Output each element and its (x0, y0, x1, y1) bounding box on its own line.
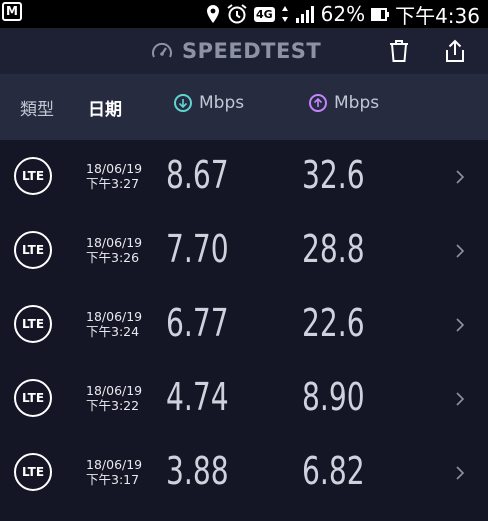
chevron-right-icon (456, 465, 465, 484)
download-speed: 6.77 (166, 301, 229, 345)
brand: SPEEDTEST (150, 28, 321, 74)
result-date: 18/06/19 (86, 161, 143, 176)
alarm-icon (226, 3, 248, 25)
upload-speed: 8.90 (302, 375, 365, 419)
result-datetime: 18/06/19 下午3:26 (86, 235, 142, 265)
delete-button[interactable] (384, 36, 414, 66)
trash-icon (390, 40, 408, 62)
share-icon (446, 39, 464, 62)
download-arrow-icon (174, 94, 192, 112)
upload-speed: 22.6 (302, 301, 365, 345)
battery-percent: 62% (320, 2, 366, 26)
column-download[interactable]: Mbps (174, 93, 244, 113)
upload-speed: 28.8 (302, 227, 365, 271)
column-type[interactable]: 類型 (20, 95, 54, 120)
lte-icon: LTE (14, 305, 52, 343)
download-speed: 7.70 (166, 227, 229, 271)
share-button[interactable] (440, 36, 470, 66)
lte-icon: LTE (14, 379, 52, 417)
download-speed: 4.74 (166, 375, 229, 419)
status-bar: M 4G 62% 下午4:36 (0, 0, 488, 28)
result-row[interactable]: LTE 18/06/19 下午3:17 3.88 6.82 (0, 436, 488, 510)
speedometer-icon (150, 39, 174, 63)
result-date: 18/06/19 (86, 309, 143, 324)
upload-arrow-icon (309, 94, 327, 112)
result-row[interactable]: LTE 18/06/19 下午3:26 7.70 28.8 (0, 214, 488, 288)
column-upload[interactable]: Mbps (309, 93, 379, 113)
lte-icon: LTE (14, 231, 52, 269)
chevron-right-icon (456, 243, 465, 262)
app-header: SPEEDTEST (0, 28, 488, 74)
result-row[interactable]: LTE 18/06/19 下午3:22 4.74 8.90 (0, 362, 488, 436)
notification-m-icon: M (2, 2, 22, 21)
status-bar-right: 4G 62% 下午4:36 (206, 0, 480, 28)
download-speed: 3.88 (166, 449, 229, 493)
result-datetime: 18/06/19 下午3:17 (86, 457, 142, 487)
result-row[interactable]: LTE 18/06/19 下午3:24 6.77 22.6 (0, 288, 488, 362)
result-time: 下午3:22 (86, 398, 140, 413)
result-time: 下午3:17 (86, 472, 140, 487)
app-title: SPEEDTEST (182, 39, 322, 63)
result-time: 下午3:26 (86, 250, 140, 265)
upload-unit-label: Mbps (334, 93, 380, 113)
result-time: 下午3:24 (86, 324, 140, 339)
result-date: 18/06/19 (86, 383, 143, 398)
chevron-right-icon (456, 169, 465, 188)
result-date: 18/06/19 (86, 457, 143, 472)
result-datetime: 18/06/19 下午3:22 (86, 383, 142, 413)
results-list: LTE 18/06/19 下午3:27 8.67 32.6 LTE 18/06/… (0, 140, 488, 510)
result-row[interactable]: LTE 18/06/19 下午3:27 8.67 32.6 (0, 140, 488, 214)
data-transfer-icon (281, 5, 289, 23)
clock: 下午4:36 (395, 3, 480, 28)
battery-icon (371, 5, 390, 23)
download-unit-label: Mbps (199, 93, 245, 113)
location-icon (206, 4, 220, 24)
chevron-right-icon (456, 391, 465, 410)
result-datetime: 18/06/19 下午3:27 (86, 161, 142, 191)
upload-speed: 6.82 (302, 449, 365, 493)
download-speed: 8.67 (166, 153, 229, 197)
chevron-right-icon (456, 317, 465, 336)
lte-icon: LTE (14, 157, 52, 195)
upload-speed: 32.6 (302, 153, 365, 197)
signal-icon (295, 4, 315, 24)
result-datetime: 18/06/19 下午3:24 (86, 309, 142, 339)
result-date: 18/06/19 (86, 235, 143, 250)
result-time: 下午3:27 (86, 176, 140, 191)
lte-icon: LTE (14, 453, 52, 491)
network-type-badge: 4G (253, 6, 275, 22)
column-header-row: 類型 日期 Mbps Mbps (0, 74, 488, 140)
column-date[interactable]: 日期 (88, 95, 122, 120)
